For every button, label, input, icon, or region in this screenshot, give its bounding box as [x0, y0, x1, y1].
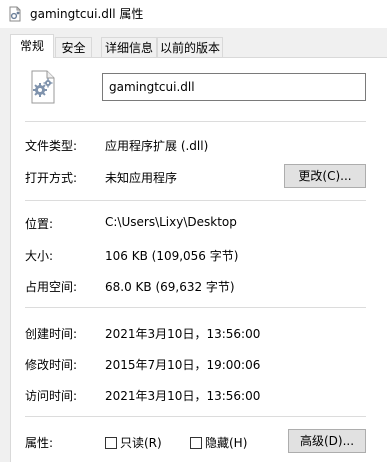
divider [25, 200, 366, 201]
file-type-value: 应用程序扩展 (.dll) [105, 139, 209, 153]
window-title: gamingtcui.dll 属性 [30, 7, 144, 21]
tab-security[interactable]: 安全 [55, 37, 92, 57]
accessed-label: 访问时间: [25, 389, 78, 403]
location-value: C:\Users\Lixy\Desktop [105, 215, 237, 229]
file-type-label: 文件类型: [25, 139, 78, 153]
readonly-label[interactable]: 只读(R) [120, 434, 162, 451]
dll-gear-file-icon [31, 70, 55, 104]
hidden-label[interactable]: 隐藏(H) [205, 434, 247, 451]
created-label: 创建时间: [25, 327, 78, 341]
divider [25, 416, 366, 417]
size-value: 106 KB (109,056 字节) [105, 249, 239, 263]
hidden-checkbox[interactable] [190, 437, 202, 449]
accessed-value: 2021年3月10日，13:56:00 [105, 389, 261, 403]
divider [25, 307, 366, 308]
location-label: 位置: [25, 217, 54, 231]
file-name-field[interactable] [102, 73, 366, 101]
opens-with-value: 未知应用程序 [105, 171, 178, 185]
tab-general[interactable]: 常规 [10, 34, 54, 58]
size-label: 大小: [25, 249, 54, 263]
opens-with-label: 打开方式: [25, 171, 78, 185]
attributes-label: 属性: [25, 436, 54, 450]
size-on-disk-label: 占用空间: [25, 280, 78, 294]
title-bar[interactable]: gamingtcui.dll 属性 [0, 0, 387, 28]
advanced-button[interactable]: 高级(D)... [288, 429, 366, 453]
tab-previous-versions[interactable]: 以前的版本 [157, 37, 223, 57]
modified-label: 修改时间: [25, 358, 78, 372]
size-on-disk-value: 68.0 KB (69,632 字节) [105, 280, 235, 294]
created-value: 2021年3月10日，13:56:00 [105, 327, 261, 341]
modified-value: 2015年7月10日，19:00:06 [105, 358, 261, 372]
dll-file-icon [9, 6, 21, 22]
properties-window: gamingtcui.dll 属性 常规 安全 详细信息 以前的版本 文件类型:… [0, 0, 387, 462]
change-button[interactable]: 更改(C)... [284, 164, 366, 188]
readonly-checkbox[interactable] [105, 437, 117, 449]
divider [25, 121, 366, 122]
tab-details[interactable]: 详细信息 [101, 37, 157, 57]
